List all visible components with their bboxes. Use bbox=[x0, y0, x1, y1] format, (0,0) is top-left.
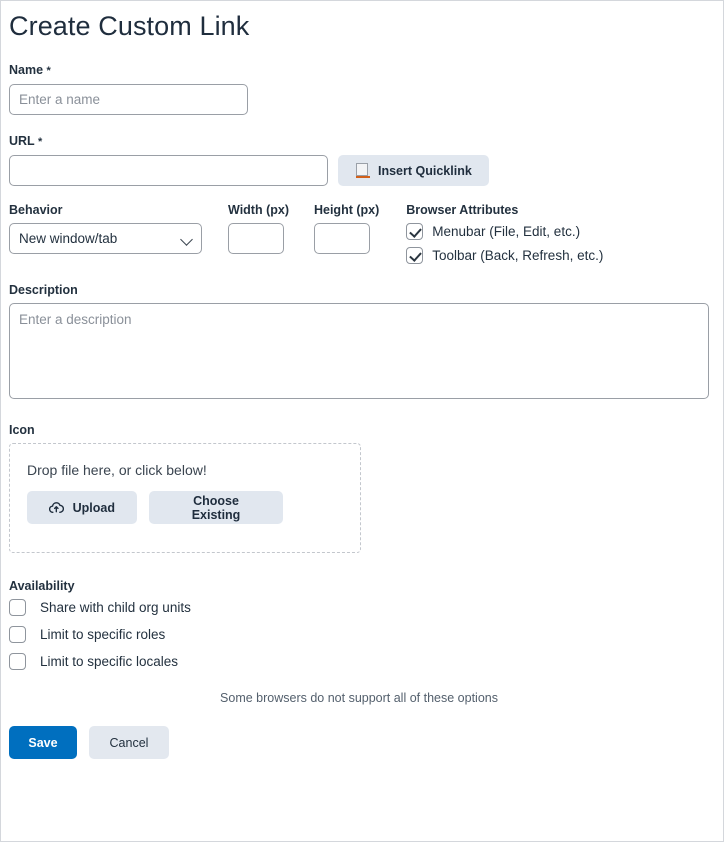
upload-button[interactable]: Upload bbox=[27, 491, 137, 524]
limit-roles-checkbox[interactable] bbox=[9, 626, 26, 643]
availability-item-share-child-org[interactable]: Share with child org units bbox=[9, 599, 715, 616]
limit-roles-label: Limit to specific roles bbox=[40, 627, 166, 642]
choose-existing-button[interactable]: Choose Existing bbox=[149, 491, 283, 524]
availability-item-limit-roles[interactable]: Limit to specific roles bbox=[9, 626, 715, 643]
icon-field-group: Icon Drop file here, or click below! Upl… bbox=[9, 423, 715, 553]
dropzone-buttons: Upload Choose Existing bbox=[27, 491, 360, 524]
url-field-group: URL * Insert Quicklink bbox=[9, 134, 715, 186]
behavior-selected-value: New window/tab bbox=[19, 231, 118, 246]
choose-existing-label: Choose Existing bbox=[191, 493, 241, 522]
create-custom-link-form: Create Custom Link Name * URL * Insert Q… bbox=[0, 0, 724, 842]
description-textarea[interactable] bbox=[9, 303, 709, 399]
icon-label: Icon bbox=[9, 423, 35, 437]
icon-dropzone[interactable]: Drop file here, or click below! Upload C… bbox=[9, 443, 361, 553]
menubar-checkbox[interactable] bbox=[406, 223, 424, 240]
availability-item-limit-locales[interactable]: Limit to specific locales bbox=[9, 653, 715, 670]
limit-locales-label: Limit to specific locales bbox=[40, 654, 179, 669]
availability-group: Availability Share with child org units … bbox=[9, 579, 715, 670]
url-row: Insert Quicklink bbox=[9, 155, 715, 186]
browser-attribute-toolbar[interactable]: Toolbar (Back, Refresh, etc.) bbox=[406, 247, 603, 264]
url-input[interactable] bbox=[9, 155, 328, 186]
limit-locales-checkbox[interactable] bbox=[9, 653, 26, 670]
behavior-select-wrap: New window/tab bbox=[9, 223, 202, 254]
insert-quicklink-button[interactable]: Insert Quicklink bbox=[338, 155, 489, 186]
save-button[interactable]: Save bbox=[9, 726, 77, 759]
browser-attributes-label: Browser Attributes bbox=[406, 203, 519, 217]
form-actions: Save Cancel bbox=[9, 726, 715, 759]
description-label: Description bbox=[9, 283, 78, 297]
toolbar-checkbox[interactable] bbox=[406, 247, 424, 264]
name-input[interactable] bbox=[9, 84, 248, 115]
cloud-upload-icon bbox=[49, 502, 64, 513]
page-title: Create Custom Link bbox=[9, 11, 250, 41]
required-indicator: * bbox=[37, 136, 43, 148]
height-label: Height (px) bbox=[313, 203, 380, 217]
insert-quicklink-label: Insert Quicklink bbox=[378, 163, 472, 178]
width-field-group: Width (px) bbox=[228, 203, 289, 254]
toolbar-label: Toolbar (Back, Refresh, etc.) bbox=[432, 248, 604, 263]
url-label: URL * bbox=[9, 134, 43, 148]
required-indicator: * bbox=[46, 65, 51, 77]
dropzone-text: Drop file here, or click below! bbox=[27, 462, 207, 478]
behavior-field-group: Behavior New window/tab bbox=[9, 203, 202, 254]
height-input[interactable] bbox=[313, 223, 370, 254]
name-field-group: Name * bbox=[9, 63, 715, 115]
behavior-row: Behavior New window/tab Width (px) Heigh… bbox=[9, 203, 715, 264]
browser-attributes-group: Browser Attributes Menubar (File, Edit, … bbox=[406, 203, 603, 264]
availability-label: Availability bbox=[9, 579, 75, 593]
browser-attribute-menubar[interactable]: Menubar (File, Edit, etc.) bbox=[406, 223, 603, 240]
menubar-label: Menubar (File, Edit, etc.) bbox=[432, 224, 581, 239]
upload-button-label: Upload bbox=[72, 500, 115, 515]
width-input[interactable] bbox=[228, 223, 284, 254]
behavior-select[interactable]: New window/tab bbox=[9, 223, 202, 254]
width-label: Width (px) bbox=[228, 203, 289, 217]
share-child-org-checkbox[interactable] bbox=[9, 599, 26, 616]
browser-support-note: Some browsers do not support all of thes… bbox=[220, 691, 498, 705]
description-field-group: Description bbox=[9, 283, 715, 404]
behavior-label: Behavior bbox=[9, 203, 63, 217]
quicklink-page-icon bbox=[355, 163, 370, 178]
height-field-group: Height (px) bbox=[313, 203, 380, 254]
cancel-button[interactable]: Cancel bbox=[89, 726, 169, 759]
share-child-org-label: Share with child org units bbox=[40, 600, 191, 615]
name-label: Name * bbox=[9, 63, 51, 77]
